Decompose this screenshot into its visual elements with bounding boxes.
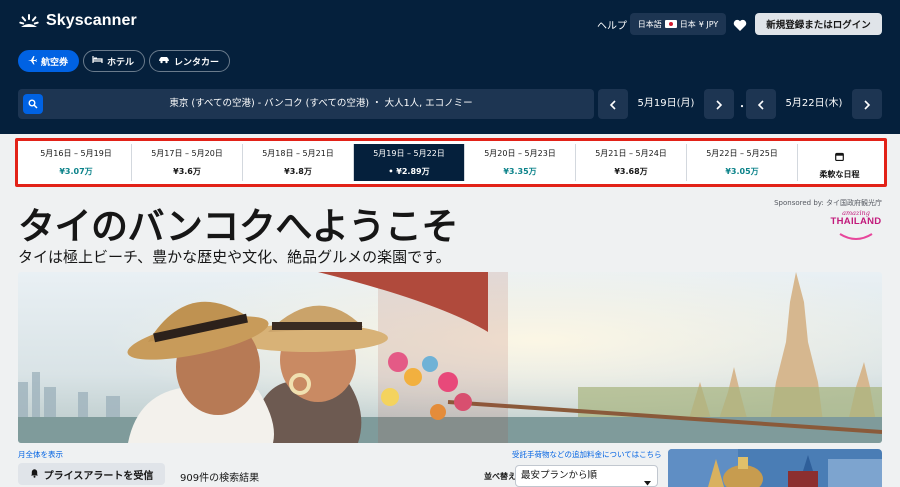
japan-flag-icon (664, 20, 677, 28)
date-cell[interactable]: 5月16日 – 5月19日 ¥3.07万 (21, 144, 132, 181)
date-range: 5月21日 – 5月24日 (595, 149, 667, 158)
caret-down-icon (644, 474, 651, 487)
date-range: 5月16日 – 5月19日 (40, 149, 112, 158)
search-icon[interactable] (23, 94, 43, 114)
amazing-thailand-logo[interactable]: amazing THAILAND (828, 209, 884, 243)
calendar-icon (835, 146, 844, 165)
date-cell[interactable]: 5月22日 – 5月25日 ¥3.05万 (687, 144, 798, 181)
result-count: 909件の検索結果 (180, 473, 260, 484)
top-header: Skyscanner ヘルプ 日本語 日本 ¥ JPY 新規登録またはログイン … (0, 0, 900, 134)
sort-select[interactable]: 最安プランから順 (515, 465, 658, 487)
help-link[interactable]: ヘルプ (597, 17, 627, 32)
date-price: ¥3.8万 (284, 167, 312, 176)
tab-car-hire[interactable]: レンタカー (149, 50, 231, 72)
flexible-dates-label: 柔軟な日程 (819, 169, 860, 179)
date-price: ¥3.68万 (614, 167, 648, 176)
date-range: 5月19日 – 5月22日 (373, 149, 445, 158)
heart-icon[interactable] (733, 17, 747, 36)
baggage-fees-link[interactable]: 受託手荷物などの追加料金についてはこちら (512, 449, 662, 460)
sunrise-logo-icon (18, 13, 40, 29)
locale-selector[interactable]: 日本語 日本 ¥ JPY (630, 13, 726, 35)
view-month-link[interactable]: 月全体を表示 (18, 449, 63, 460)
destination-title: タイのバンコクへようこそ (18, 205, 458, 248)
login-button[interactable]: 新規登録またはログイン (755, 13, 882, 35)
depart-prev-button[interactable] (598, 89, 628, 119)
return-next-button[interactable] (852, 89, 882, 119)
depart-next-button[interactable] (704, 89, 734, 119)
tab-label: 航空券 (41, 57, 69, 68)
tab-label: レンタカー (174, 57, 220, 68)
date-price: ¥3.05万 (725, 167, 759, 176)
search-summary-bar[interactable]: 東京 (すべての空港) - バンコク (すべての空港) ・ 大人1人, エコノミ… (18, 89, 594, 119)
sort-label: 並べ替え (484, 472, 516, 481)
brand-name: Skyscanner (46, 12, 137, 29)
destination-subtitle: タイは極上ビーチ、豊かな歴史や文化、絶品グルメの楽園です。 (18, 248, 451, 266)
return-prev-button[interactable] (746, 89, 776, 119)
bangkok-hero-image[interactable] (18, 272, 882, 443)
tab-hotels[interactable]: ホテル (83, 50, 146, 72)
date-cell[interactable]: 5月17日 – 5月20日 ¥3.6万 (132, 144, 243, 181)
date-cell[interactable]: 5月20日 – 5月23日 ¥3.35万 (465, 144, 576, 181)
tab-label: ホテル (107, 57, 135, 68)
date-cell-selected[interactable]: 5月19日 – 5月22日 • ¥2.89万 (354, 144, 465, 181)
sort-value: 最安プランから順 (521, 470, 598, 481)
date-cell[interactable]: 5月18日 – 5月21日 ¥3.8万 (243, 144, 354, 181)
sponsored-label: Sponsored by: タイ国政府観光庁 (774, 199, 882, 207)
chevron-left-icon (609, 95, 617, 114)
travel-type-tabs: 航空券 ホテル レンタカー (18, 50, 231, 72)
return-date[interactable]: 5月22日(木) (776, 89, 852, 119)
logo-swoosh-icon (839, 233, 873, 240)
date-strip-highlight: 5月16日 – 5月19日 ¥3.07万 5月17日 – 5月20日 ¥3.6万… (15, 138, 887, 187)
bed-icon (92, 55, 103, 67)
date-range: 5月18日 – 5月21日 (262, 149, 334, 158)
date-price: ¥3.07万 (59, 167, 93, 176)
route-summary: 東京 (すべての空港) - バンコク (すべての空港) ・ 大人1人, エコノミ… (169, 98, 473, 109)
tab-flights[interactable]: 航空券 (18, 50, 80, 72)
plane-icon (27, 55, 37, 68)
car-icon (158, 55, 170, 67)
chevron-right-icon (715, 95, 723, 114)
price-alert-label: プライスアラートを受信 (43, 470, 154, 482)
currency-label: ¥ JPY (698, 19, 719, 29)
country-label: 日本 (679, 19, 696, 29)
date-cell[interactable]: 5月21日 – 5月24日 ¥3.68万 (576, 144, 687, 181)
date-price-strip: 5月16日 – 5月19日 ¥3.07万 5月17日 – 5月20日 ¥3.6万… (21, 144, 881, 181)
logo-wordmark: THAILAND (830, 216, 882, 227)
chevron-right-icon (863, 95, 871, 114)
bell-icon (30, 468, 39, 481)
price-alert-button[interactable]: プライスアラートを受信 (18, 463, 165, 485)
date-range: 5月20日 – 5月23日 (484, 149, 556, 158)
date-range: 5月17日 – 5月20日 (151, 149, 223, 158)
skyscanner-logo[interactable]: Skyscanner (18, 12, 137, 30)
destination-ad-image[interactable] (668, 449, 882, 487)
language-label: 日本語 (637, 19, 662, 29)
date-range: 5月22日 – 5月25日 (706, 149, 778, 158)
chevron-left-icon (757, 95, 765, 114)
depart-date[interactable]: 5月19日(月) (628, 89, 704, 119)
date-price: ¥3.35万 (503, 167, 537, 176)
flexible-dates-button[interactable]: 柔軟な日程 (798, 144, 881, 181)
date-price: ¥3.6万 (173, 167, 201, 176)
date-price: • ¥2.89万 (388, 167, 430, 176)
